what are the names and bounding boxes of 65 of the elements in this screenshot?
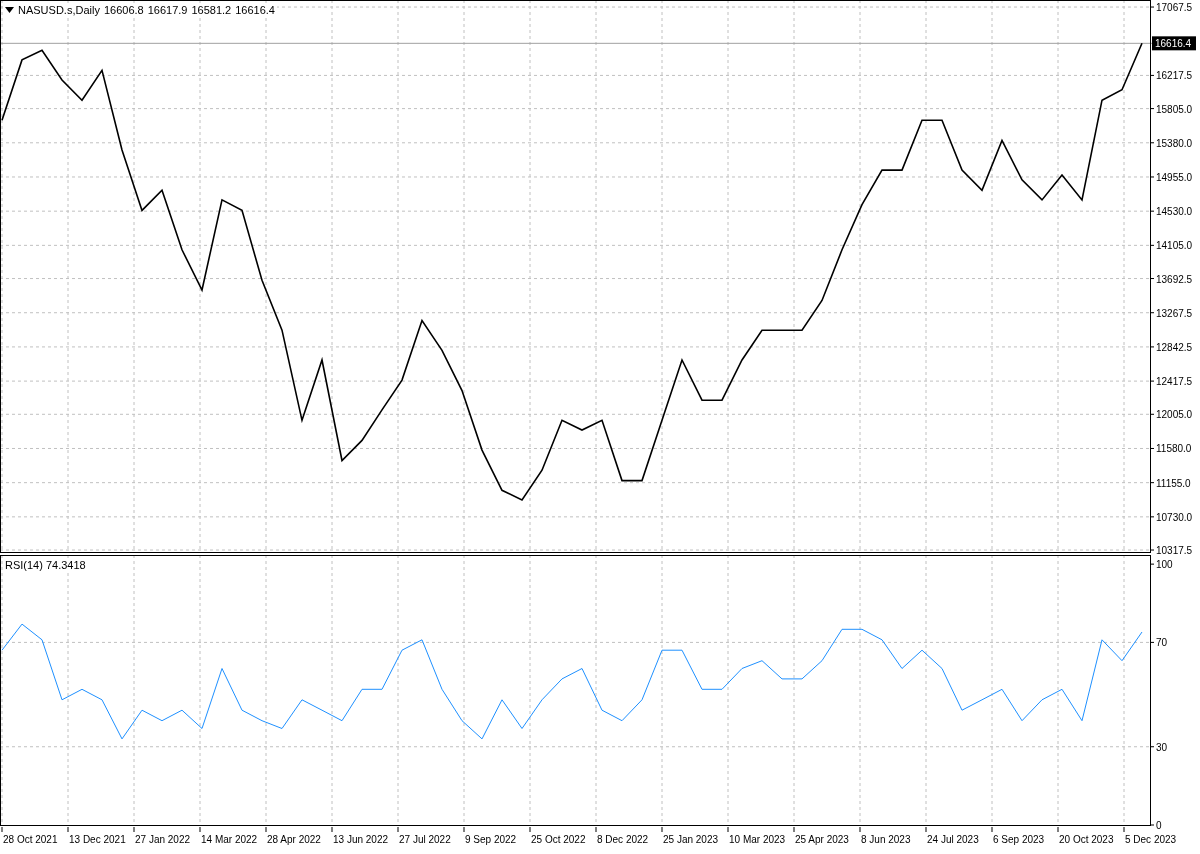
y-tick-label: 0 [1156,820,1162,831]
y-tick-label: 12842.5 [1156,341,1193,353]
y-tick-label: 14530.0 [1156,206,1193,218]
y-tick-label: 12417.5 [1156,376,1193,388]
axis-label: 6 Sep 2023 [991,826,1045,845]
price-value: 16617.9 [147,3,188,17]
y-tick-label: 17067.5 [1156,2,1193,14]
axis-label: 10730.0 [1149,511,1193,523]
axis-label: 13692.5 [1149,273,1193,285]
axis-label: 9 Sep 2022 [463,826,517,845]
axis-label: 16217.5 [1149,70,1193,82]
axis-label: 25 Oct 2022 [529,826,586,845]
axis-label: 13267.5 [1149,307,1193,319]
axis-label: 15805.0 [1149,103,1193,115]
axis-label: 12842.5 [1149,341,1193,353]
axis-label: 25 Jan 2023 [661,826,719,845]
axis-label: 14105.0 [1149,240,1193,252]
y-tick-label: 13692.5 [1156,273,1193,285]
axis-label: 27 Jul 2022 [397,826,451,845]
y-tick-label: 12005.0 [1156,409,1193,421]
axis-label: 24 Jul 2023 [925,826,979,845]
axis-label: 30 [1149,741,1168,753]
axis-label: 15380.0 [1149,137,1193,149]
y-tick-label: 15380.0 [1156,137,1193,149]
axis-label: 28 Apr 2022 [265,826,321,845]
axis-label: 14530.0 [1149,206,1193,218]
axis-label: 70 [1149,637,1168,649]
axis-label: 0 [1149,820,1162,831]
symbol-label: NASUSD.s,Daily [18,3,100,17]
y-tick-label: 14105.0 [1156,240,1193,252]
y-tick-label: 10317.5 [1156,545,1193,557]
y-tick-label: 11580.0 [1156,443,1192,455]
axis-label: 13 Dec 2021 [67,826,126,845]
y-tick-label: 70 [1156,637,1168,649]
y-tick-label: 10730.0 [1156,511,1193,523]
axis-label: 14 Mar 2022 [199,826,258,845]
indicator-label: RSI(14) 74.3418 [5,558,86,572]
axis-label: 28 Oct 2021 [1,826,58,845]
y-tick-label: 30 [1156,741,1168,753]
axis-label: 8 Dec 2022 [595,826,649,845]
y-tick-label: 14955.0 [1156,171,1193,183]
axis-label: 20 Oct 2023 [1057,826,1114,845]
price-value: 16581.2 [191,3,232,17]
axis-label: 12005.0 [1149,409,1193,421]
axis-label: 8 Jun 2023 [859,826,911,845]
axis-label: 10 Mar 2023 [727,826,786,845]
y-tick-label: 100 [1156,559,1174,571]
price-value: 16616.4 [235,3,275,17]
axis-label: 12417.5 [1149,376,1193,388]
axis-label: 17067.5 [1149,2,1193,14]
axis-label: 13 Jun 2022 [331,826,389,845]
axis-label: 10317.5 [1149,545,1193,557]
y-tick-label: 15805.0 [1156,103,1193,115]
y-tick-label: 13267.5 [1156,307,1193,319]
ref-line-label: 16616.4 [1155,38,1192,50]
axis-label: 11155.0 [1149,477,1191,489]
price-value: 16606.8 [103,3,144,17]
axis-label: 14955.0 [1149,171,1193,183]
axis-label: 100 [1149,559,1173,571]
y-tick-label: 11155.0 [1156,477,1192,489]
axis-label: 27 Jan 2022 [133,826,191,845]
y-tick-label: 16217.5 [1156,70,1193,82]
caret-icon[interactable] [5,7,14,13]
axis-label: 25 Apr 2023 [793,826,849,845]
axis-label: 11580.0 [1149,443,1192,455]
